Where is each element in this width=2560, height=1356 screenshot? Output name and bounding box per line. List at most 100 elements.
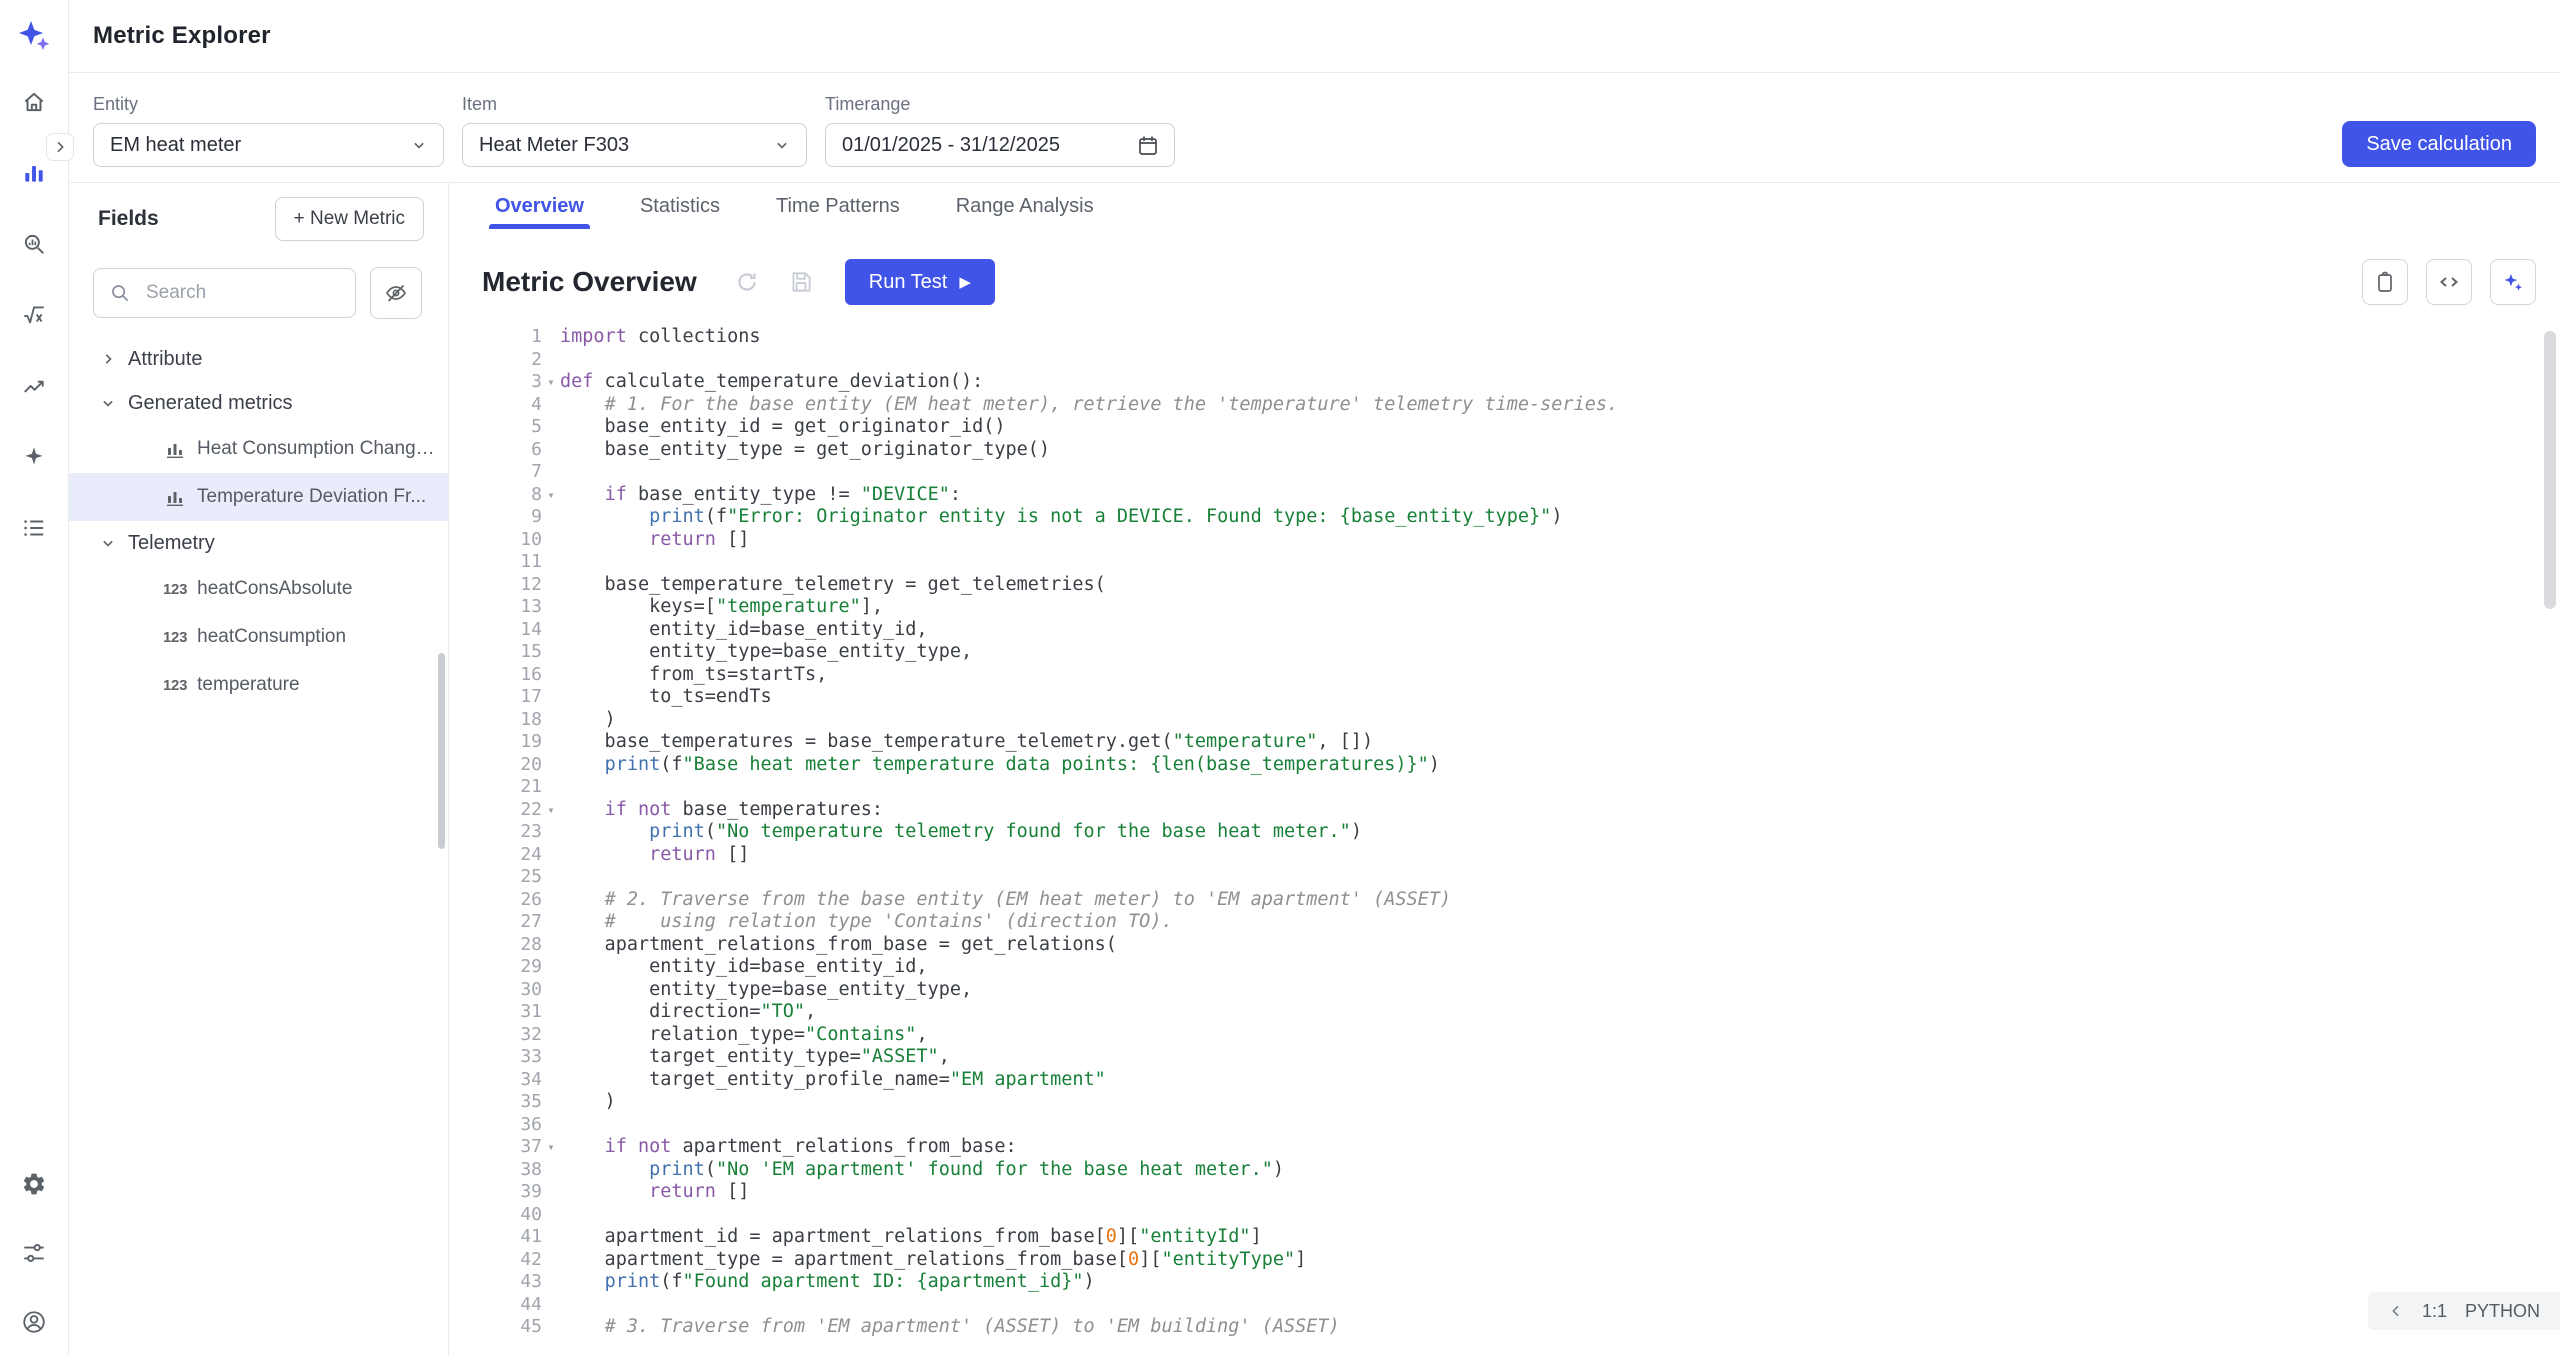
- editor-scrollbar[interactable]: [2544, 331, 2556, 609]
- code-line[interactable]: 11: [482, 551, 2540, 574]
- run-test-label: Run Test: [869, 271, 948, 294]
- tree-item-heat-consumption-change[interactable]: Heat Consumption Change...: [69, 425, 448, 473]
- fold-toggle-icon[interactable]: ▾: [542, 1136, 560, 1159]
- function-sqrt-icon[interactable]: [12, 293, 56, 337]
- tree-group-telemetry[interactable]: Telemetry: [69, 521, 448, 565]
- fold-toggle-icon[interactable]: ▾: [542, 799, 560, 822]
- code-line[interactable]: 2: [482, 349, 2540, 372]
- code-line[interactable]: 23 print("No temperature telemetry found…: [482, 821, 2540, 844]
- code-line[interactable]: 31 direction="TO",: [482, 1001, 2540, 1024]
- code-line[interactable]: 10 return []: [482, 529, 2540, 552]
- search-insights-icon[interactable]: [12, 222, 56, 266]
- entity-select-value: EM heat meter: [110, 134, 241, 157]
- code-line[interactable]: 14 entity_id=base_entity_id,: [482, 619, 2540, 642]
- code-line[interactable]: 5 base_entity_id = get_originator_id(): [482, 416, 2540, 439]
- run-test-button[interactable]: Run Test ▶: [845, 259, 995, 305]
- statusbar-collapse-icon[interactable]: [2388, 1303, 2404, 1319]
- code-line[interactable]: 27 # using relation type 'Contains' (dir…: [482, 911, 2540, 934]
- code-line[interactable]: 8▾ if base_entity_type != "DEVICE":: [482, 484, 2540, 507]
- code-line[interactable]: 45 # 3. Traverse from 'EM apartment' (AS…: [482, 1316, 2540, 1339]
- save-draft-button[interactable]: [781, 262, 821, 302]
- code-line[interactable]: 32 relation_type="Contains",: [482, 1024, 2540, 1047]
- code-line[interactable]: 17 to_ts=endTs: [482, 686, 2540, 709]
- settings-icon[interactable]: [12, 1162, 56, 1206]
- code-line[interactable]: 13 keys=["temperature"],: [482, 596, 2540, 619]
- tab-time-patterns[interactable]: Time Patterns: [776, 183, 900, 229]
- tree-group-generated-metrics[interactable]: Generated metrics: [69, 381, 448, 425]
- refresh-button[interactable]: [727, 262, 767, 302]
- tune-icon[interactable]: [12, 1231, 56, 1275]
- code-text: return []: [560, 529, 749, 552]
- code-line[interactable]: 6 base_entity_type = get_originator_type…: [482, 439, 2540, 462]
- code-line[interactable]: 34 target_entity_profile_name="EM apartm…: [482, 1069, 2540, 1092]
- fold-spacer: [542, 619, 560, 642]
- code-line[interactable]: 12 base_temperature_telemetry = get_tele…: [482, 574, 2540, 597]
- hide-fields-button[interactable]: [370, 267, 422, 319]
- trend-line-icon[interactable]: [12, 364, 56, 408]
- fold-toggle-icon[interactable]: ▾: [542, 484, 560, 507]
- code-line[interactable]: 33 target_entity_type="ASSET",: [482, 1046, 2540, 1069]
- code-line[interactable]: 43 print(f"Found apartment ID: {apartmen…: [482, 1271, 2540, 1294]
- new-metric-button[interactable]: + New Metric: [275, 197, 424, 241]
- code-line[interactable]: 40: [482, 1204, 2540, 1227]
- main-area: Overview Statistics Time Patterns Range Ana…: [449, 183, 2560, 1356]
- fold-spacer: [542, 934, 560, 957]
- code-line[interactable]: 4 # 1. For the base entity (EM heat mete…: [482, 394, 2540, 417]
- code-line[interactable]: 44: [482, 1294, 2540, 1317]
- code-line[interactable]: 38 print("No 'EM apartment' found for th…: [482, 1159, 2540, 1182]
- line-number: 32: [482, 1024, 542, 1047]
- code-line[interactable]: 25: [482, 866, 2540, 889]
- code-line[interactable]: 3▾def calculate_temperature_deviation():: [482, 371, 2540, 394]
- code-view-button[interactable]: [2426, 259, 2472, 305]
- code-line[interactable]: 37▾ if not apartment_relations_from_base…: [482, 1136, 2540, 1159]
- panel-scrollbar[interactable]: [438, 653, 445, 849]
- list-icon[interactable]: [12, 506, 56, 550]
- tab-statistics[interactable]: Statistics: [640, 183, 720, 229]
- ai-assist-button[interactable]: [2490, 259, 2536, 305]
- code-line[interactable]: 30 entity_type=base_entity_type,: [482, 979, 2540, 1002]
- code-line[interactable]: 1import collections: [482, 326, 2540, 349]
- code-editor[interactable]: 1import collections23▾def calculate_temp…: [449, 323, 2560, 1356]
- code-line[interactable]: 35 ): [482, 1091, 2540, 1114]
- fold-spacer: [542, 416, 560, 439]
- code-line[interactable]: 22▾ if not base_temperatures:: [482, 799, 2540, 822]
- code-line[interactable]: 18 ): [482, 709, 2540, 732]
- code-line[interactable]: 19 base_temperatures = base_temperature_…: [482, 731, 2540, 754]
- fold-spacer: [542, 664, 560, 687]
- save-calculation-button[interactable]: Save calculation: [2342, 121, 2536, 167]
- home-icon[interactable]: [12, 80, 56, 124]
- tree-item-heatconsabsolute[interactable]: 123heatConsAbsolute: [69, 565, 448, 613]
- code-line[interactable]: 28 apartment_relations_from_base = get_r…: [482, 934, 2540, 957]
- code-line[interactable]: 42 apartment_type = apartment_relations_…: [482, 1249, 2540, 1272]
- line-number: 44: [482, 1294, 542, 1317]
- sidebar-expand-button[interactable]: [46, 133, 74, 161]
- code-line[interactable]: 29 entity_id=base_entity_id,: [482, 956, 2540, 979]
- code-line[interactable]: 15 entity_type=base_entity_type,: [482, 641, 2540, 664]
- tab-range-analysis[interactable]: Range Analysis: [956, 183, 1094, 229]
- timerange-input[interactable]: 01/01/2025 - 31/12/2025: [825, 123, 1175, 167]
- fold-toggle-icon[interactable]: ▾: [542, 371, 560, 394]
- account-icon[interactable]: [12, 1300, 56, 1344]
- copy-code-button[interactable]: [2362, 259, 2408, 305]
- code-line[interactable]: 21: [482, 776, 2540, 799]
- item-select[interactable]: Heat Meter F303: [462, 123, 807, 167]
- sparkle-icon[interactable]: [12, 435, 56, 479]
- code-line[interactable]: 7: [482, 461, 2540, 484]
- code-line[interactable]: 9 print(f"Error: Originator entity is no…: [482, 506, 2540, 529]
- code-line[interactable]: 41 apartment_id = apartment_relations_fr…: [482, 1226, 2540, 1249]
- search-input[interactable]: [93, 268, 356, 318]
- code-line[interactable]: 24 return []: [482, 844, 2540, 867]
- tree-item-temperature[interactable]: 123temperature: [69, 661, 448, 709]
- code-line[interactable]: 26 # 2. Traverse from the base entity (E…: [482, 889, 2540, 912]
- code-text: base_entity_type = get_originator_type(): [560, 439, 1050, 462]
- tree-item-temperature-deviation-fr[interactable]: Temperature Deviation Fr...: [69, 473, 448, 521]
- code-line[interactable]: 39 return []: [482, 1181, 2540, 1204]
- entity-select[interactable]: EM heat meter: [93, 123, 444, 167]
- tree-item-heatconsumption[interactable]: 123heatConsumption: [69, 613, 448, 661]
- tab-overview[interactable]: Overview: [495, 183, 584, 229]
- tree-group-attribute[interactable]: Attribute: [69, 337, 448, 381]
- code-line[interactable]: 16 from_ts=startTs,: [482, 664, 2540, 687]
- code-line[interactable]: 20 print(f"Base heat meter temperature d…: [482, 754, 2540, 777]
- code-line[interactable]: 36: [482, 1114, 2540, 1137]
- fields-header: Fields + New Metric: [69, 197, 448, 241]
